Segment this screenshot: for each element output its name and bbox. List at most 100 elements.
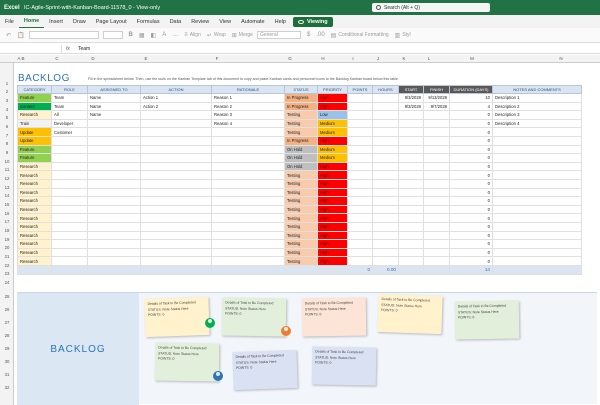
cell-points[interactable] xyxy=(347,247,373,258)
cell-start[interactable] xyxy=(398,221,424,232)
cell-start[interactable] xyxy=(398,127,424,137)
cell-action[interactable] xyxy=(140,127,212,137)
cell-action[interactable] xyxy=(140,187,212,198)
row-header-cell[interactable]: 10 xyxy=(0,159,14,164)
header-start[interactable]: START xyxy=(398,85,424,94)
cell-rationale[interactable] xyxy=(211,127,285,137)
cell-assigned-to[interactable] xyxy=(87,144,141,155)
cell-assigned-to[interactable] xyxy=(87,221,141,232)
cell-notes[interactable] xyxy=(492,127,582,137)
cell-category[interactable]: Content xyxy=(17,101,52,112)
search-box[interactable]: Search (Alt + Q) xyxy=(372,3,490,12)
row-header-cell[interactable]: 25 xyxy=(0,294,14,299)
cell-finish[interactable] xyxy=(423,256,450,266)
cell-rationale[interactable] xyxy=(211,170,285,180)
cell-hours[interactable] xyxy=(372,170,399,180)
row-header-cell[interactable]: 12 xyxy=(0,176,14,181)
cell-rationale[interactable] xyxy=(211,239,285,249)
more-icon[interactable]: … xyxy=(172,32,178,38)
merge-icon[interactable]: ⊞ xyxy=(232,32,237,39)
cell-points[interactable] xyxy=(347,170,373,180)
cell-status[interactable]: Testing xyxy=(284,110,318,120)
cell-start[interactable] xyxy=(398,247,424,258)
cell-role[interactable] xyxy=(51,196,88,206)
row-header-cell[interactable]: 23 xyxy=(0,271,14,276)
cell-role[interactable]: Team xyxy=(51,93,88,103)
cell-finish[interactable] xyxy=(423,213,450,223)
cell-duration[interactable]: 0 xyxy=(449,118,493,129)
cell-duration[interactable]: 0 xyxy=(449,110,493,120)
kanban-card[interactable]: Details of Task to Be Completed STATUS: N… xyxy=(154,342,220,382)
row-header-cell[interactable]: 32 xyxy=(0,385,14,390)
cell-finish[interactable] xyxy=(423,153,450,163)
header-duration[interactable]: DURATION (DAYS) xyxy=(449,85,493,94)
cell-action[interactable] xyxy=(140,118,212,129)
cell-rationale[interactable] xyxy=(211,135,285,146)
row-header-cell[interactable]: 9 xyxy=(0,150,14,155)
cell-hours[interactable] xyxy=(372,178,399,189)
align-icon[interactable]: ≡ xyxy=(184,32,188,38)
cell-status[interactable]: In Progress xyxy=(284,135,318,146)
cell-rationale[interactable] xyxy=(211,256,285,266)
cell-hours[interactable] xyxy=(372,127,399,137)
cell-duration[interactable]: 0 xyxy=(449,221,493,232)
cell-status[interactable]: Testing xyxy=(284,230,318,241)
kanban-card[interactable]: Details of Task to Be Completed STATUS: N… xyxy=(301,297,367,337)
worksheet[interactable]: BACKLOG Fill in the spreadsheet below. T… xyxy=(14,63,600,405)
cell-role[interactable] xyxy=(51,161,88,172)
cell-duration[interactable]: 0 xyxy=(449,127,493,137)
header-points[interactable]: POINTS xyxy=(347,85,373,94)
column-header-cell[interactable]: H xyxy=(318,56,328,61)
cell-priority[interactable]: High xyxy=(317,230,348,241)
conditional-formatting-label[interactable]: Conditional Formatting xyxy=(338,32,388,38)
number-format-select[interactable]: General xyxy=(256,31,301,39)
borders-icon[interactable]: ▦ xyxy=(139,32,145,39)
cell-duration[interactable]: 0 xyxy=(449,230,493,241)
header-action[interactable]: ACTION xyxy=(140,85,212,94)
cell-status[interactable]: On Hold xyxy=(284,161,318,172)
row-header-cell[interactable]: 30 xyxy=(0,359,14,364)
cell-points[interactable] xyxy=(347,204,373,215)
column-header-cell[interactable]: F xyxy=(212,56,222,61)
cell-assigned-to[interactable] xyxy=(87,239,141,249)
cell-priority[interactable]: High xyxy=(317,170,348,180)
kanban-card[interactable]: Details of Task to Be Completed STATUS: N… xyxy=(144,296,210,338)
cell-start[interactable] xyxy=(398,196,424,206)
cell-action[interactable] xyxy=(140,230,212,241)
cell-finish[interactable] xyxy=(423,196,450,206)
cell-priority[interactable]: High xyxy=(317,187,348,198)
menu-help[interactable]: Help xyxy=(270,15,291,28)
cell-role[interactable] xyxy=(51,153,88,163)
cell-status[interactable]: Testing xyxy=(284,247,318,258)
cell-points[interactable] xyxy=(347,187,373,198)
cell-action[interactable] xyxy=(140,196,212,206)
cell-start[interactable] xyxy=(398,110,424,120)
header-role[interactable]: ROLE xyxy=(51,85,88,94)
cell-notes[interactable] xyxy=(492,170,582,180)
cell-notes[interactable]: Description 2 xyxy=(492,101,582,112)
cell-status[interactable]: Testing xyxy=(284,127,318,137)
cell-notes[interactable] xyxy=(492,230,582,241)
cell-rationale[interactable] xyxy=(211,247,285,258)
cell-start[interactable] xyxy=(398,161,424,172)
cell-rationale[interactable] xyxy=(211,204,285,215)
cell-category[interactable]: Train xyxy=(17,118,52,129)
cell-priority[interactable]: High xyxy=(317,239,348,249)
kanban-card[interactable]: Details of Task to Be Completed STATUS: N… xyxy=(377,293,443,335)
cell-category[interactable]: Research xyxy=(17,256,52,266)
cell-action[interactable] xyxy=(140,161,212,172)
cell-start[interactable] xyxy=(398,204,424,215)
cell-points[interactable] xyxy=(347,239,373,249)
cell-notes[interactable] xyxy=(492,239,582,249)
cell-start[interactable] xyxy=(398,178,424,189)
cell-start[interactable] xyxy=(398,213,424,223)
cell-finish[interactable] xyxy=(423,230,450,241)
cell-duration[interactable]: 10 xyxy=(449,93,493,103)
name-box[interactable] xyxy=(2,44,62,53)
cell-category[interactable]: Research xyxy=(17,161,52,172)
cell-role[interactable] xyxy=(51,204,88,215)
cell-assigned-to[interactable] xyxy=(87,127,141,137)
cell-duration[interactable]: 0 xyxy=(449,204,493,215)
cell-priority[interactable]: High xyxy=(317,135,348,146)
cell-start[interactable] xyxy=(398,230,424,241)
